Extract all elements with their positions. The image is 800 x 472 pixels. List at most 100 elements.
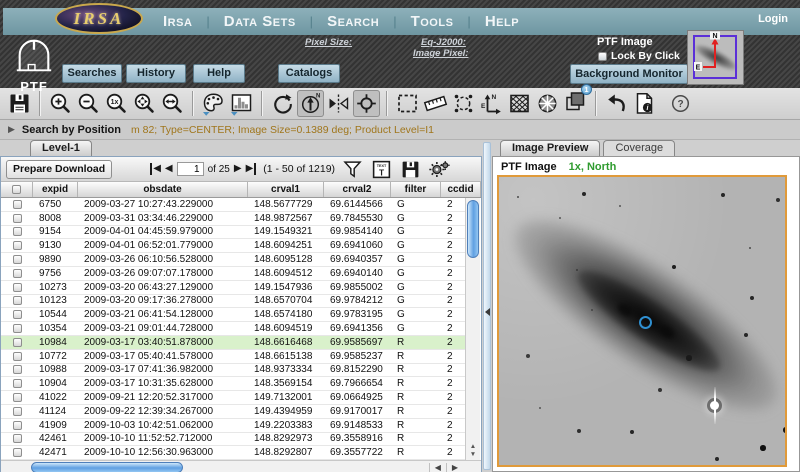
row-checkbox-cell[interactable] — [1, 296, 33, 305]
table-row[interactable]: 10988 2009-03-17 07:41:36.982000 148.937… — [1, 364, 467, 378]
fits-header-info-icon[interactable]: i — [631, 90, 658, 117]
row-checkbox[interactable] — [13, 421, 22, 430]
row-checkbox-cell[interactable] — [1, 379, 33, 388]
row-checkbox-cell[interactable] — [1, 434, 33, 443]
recenter-target-icon[interactable] — [353, 90, 380, 117]
vertical-scroll-arrows[interactable]: ▲▼ — [466, 443, 480, 459]
table-row[interactable]: 41022 2009-09-21 12:20:52.317000 149.713… — [1, 391, 467, 405]
horizontal-scroll-thumb[interactable] — [31, 462, 183, 472]
color-table-icon[interactable] — [200, 90, 227, 117]
row-checkbox-cell[interactable] — [1, 227, 33, 236]
row-checkbox[interactable] — [13, 434, 22, 443]
zoom-1x-icon[interactable]: 1x — [103, 90, 130, 117]
save-image-icon[interactable] — [6, 90, 33, 117]
row-checkbox[interactable] — [13, 448, 22, 457]
flip-horizontal-icon[interactable] — [325, 90, 352, 117]
nav-help[interactable]: Help — [485, 13, 519, 30]
table-row[interactable]: 8008 2009-03-31 03:34:46.229000 148.9872… — [1, 212, 467, 226]
row-checkbox[interactable] — [13, 338, 22, 347]
row-checkbox-cell[interactable] — [1, 407, 33, 416]
scroll-left-arrow[interactable]: ◀ — [429, 463, 446, 472]
text-view-icon[interactable]: TEXT T — [371, 159, 392, 180]
layers-button[interactable]: 1 — [562, 88, 589, 120]
previous-page-button[interactable]: ◀ — [165, 163, 173, 175]
scroll-right-arrow[interactable]: ▶ — [446, 463, 463, 472]
panel-splitter[interactable] — [482, 140, 492, 472]
row-checkbox-cell[interactable] — [1, 283, 33, 292]
searches-button[interactable]: Searches — [62, 64, 122, 83]
table-row[interactable]: 42461 2009-10-10 11:52:52.712000 148.829… — [1, 433, 467, 447]
lock-by-click-row[interactable]: Lock By Click — [598, 50, 680, 62]
select-area-icon[interactable] — [394, 90, 421, 117]
row-checkbox[interactable] — [13, 214, 22, 223]
save-table-icon[interactable] — [400, 159, 421, 180]
table-row[interactable]: 10544 2009-03-21 06:41:54.128000 148.657… — [1, 308, 467, 322]
first-page-button[interactable]: ◀ — [150, 163, 161, 175]
help-icon[interactable]: ? — [667, 90, 694, 117]
row-checkbox[interactable] — [13, 283, 22, 292]
row-checkbox-cell[interactable] — [1, 241, 33, 250]
last-page-button[interactable]: ▶ — [246, 163, 257, 175]
row-checkbox[interactable] — [13, 241, 22, 250]
table-row[interactable]: 10984 2009-03-17 03:40:51.878000 148.661… — [1, 336, 467, 350]
table-row[interactable]: 10123 2009-03-20 09:17:36.278000 148.657… — [1, 295, 467, 309]
help-button[interactable]: Help — [193, 64, 245, 83]
table-row[interactable]: 10273 2009-03-20 06:43:27.129000 149.154… — [1, 281, 467, 295]
nav-irsa[interactable]: Irsa — [163, 13, 192, 30]
zoom-in-icon[interactable] — [47, 90, 74, 117]
next-page-button[interactable]: ▶ — [234, 163, 242, 175]
table-row[interactable]: 41124 2009-09-22 12:39:34.267000 149.439… — [1, 405, 467, 419]
vertical-scroll-thumb[interactable] — [467, 200, 479, 258]
column-header-ccdid[interactable]: ccdid — [441, 182, 481, 197]
column-header-obsdate[interactable]: obsdate — [78, 182, 248, 197]
rotate-north-icon[interactable]: N — [297, 90, 324, 117]
stretch-histogram-icon[interactable] — [228, 90, 255, 117]
grid-overlay-icon[interactable] — [506, 90, 533, 117]
login-link[interactable]: Login — [758, 13, 788, 25]
select-all-checkbox[interactable] — [12, 185, 21, 194]
zoom-fill-icon[interactable] — [159, 90, 186, 117]
row-checkbox-cell[interactable] — [1, 310, 33, 319]
table-row[interactable]: 9756 2009-03-26 09:07:07.178000 148.6094… — [1, 267, 467, 281]
region-tool-icon[interactable] — [450, 90, 477, 117]
table-row[interactable]: 9154 2009-04-01 04:45:59.979000 149.1549… — [1, 226, 467, 240]
table-options-gear-icon[interactable] — [429, 159, 450, 180]
row-checkbox-cell[interactable] — [1, 365, 33, 374]
row-checkbox[interactable] — [13, 379, 22, 388]
table-row[interactable]: 10772 2009-03-17 05:40:41.578000 148.661… — [1, 350, 467, 364]
row-checkbox[interactable] — [13, 255, 22, 264]
row-checkbox[interactable] — [13, 407, 22, 416]
table-row[interactable]: 10904 2009-03-17 10:31:35.628000 148.356… — [1, 377, 467, 391]
background-monitor-button[interactable]: Background Monitor — [570, 64, 688, 84]
catalogs-button[interactable]: Catalogs — [278, 64, 340, 83]
row-checkbox[interactable] — [13, 393, 22, 402]
table-row[interactable]: 41909 2009-10-03 10:42:51.062000 149.220… — [1, 419, 467, 433]
mask-overlay-icon[interactable] — [534, 90, 561, 117]
row-checkbox-cell[interactable] — [1, 352, 33, 361]
nav-search[interactable]: Search — [327, 13, 379, 30]
row-checkbox[interactable] — [13, 227, 22, 236]
row-checkbox[interactable] — [13, 365, 22, 374]
compass-rose-icon[interactable]: N E — [478, 90, 505, 117]
row-checkbox[interactable] — [13, 324, 22, 333]
tab-image-preview[interactable]: Image Preview — [500, 140, 600, 156]
table-row[interactable]: 6750 2009-03-27 10:27:43.229000 148.5677… — [1, 198, 467, 212]
sky-image-viewer[interactable] — [497, 175, 787, 467]
row-checkbox-cell[interactable] — [1, 214, 33, 223]
table-row[interactable]: 9890 2009-03-26 06:10:56.528000 148.6095… — [1, 253, 467, 267]
select-all-checkbox-cell[interactable] — [1, 182, 33, 197]
rotate-icon[interactable] — [269, 90, 296, 117]
row-checkbox-cell[interactable] — [1, 255, 33, 264]
column-header-crval2[interactable]: crval2 — [324, 182, 391, 197]
zoom-fit-icon[interactable] — [131, 90, 158, 117]
row-checkbox[interactable] — [13, 200, 22, 209]
table-row[interactable]: 9130 2009-04-01 06:52:01.779000 148.6094… — [1, 239, 467, 253]
zoom-out-icon[interactable] — [75, 90, 102, 117]
row-checkbox[interactable] — [13, 352, 22, 361]
irsa-logo[interactable]: IRSA — [55, 3, 143, 34]
row-checkbox-cell[interactable] — [1, 200, 33, 209]
row-checkbox[interactable] — [13, 296, 22, 305]
row-checkbox-cell[interactable] — [1, 448, 33, 457]
horizontal-scrollbar[interactable]: ◀ ▶ — [1, 460, 481, 472]
filter-icon[interactable] — [342, 159, 363, 180]
